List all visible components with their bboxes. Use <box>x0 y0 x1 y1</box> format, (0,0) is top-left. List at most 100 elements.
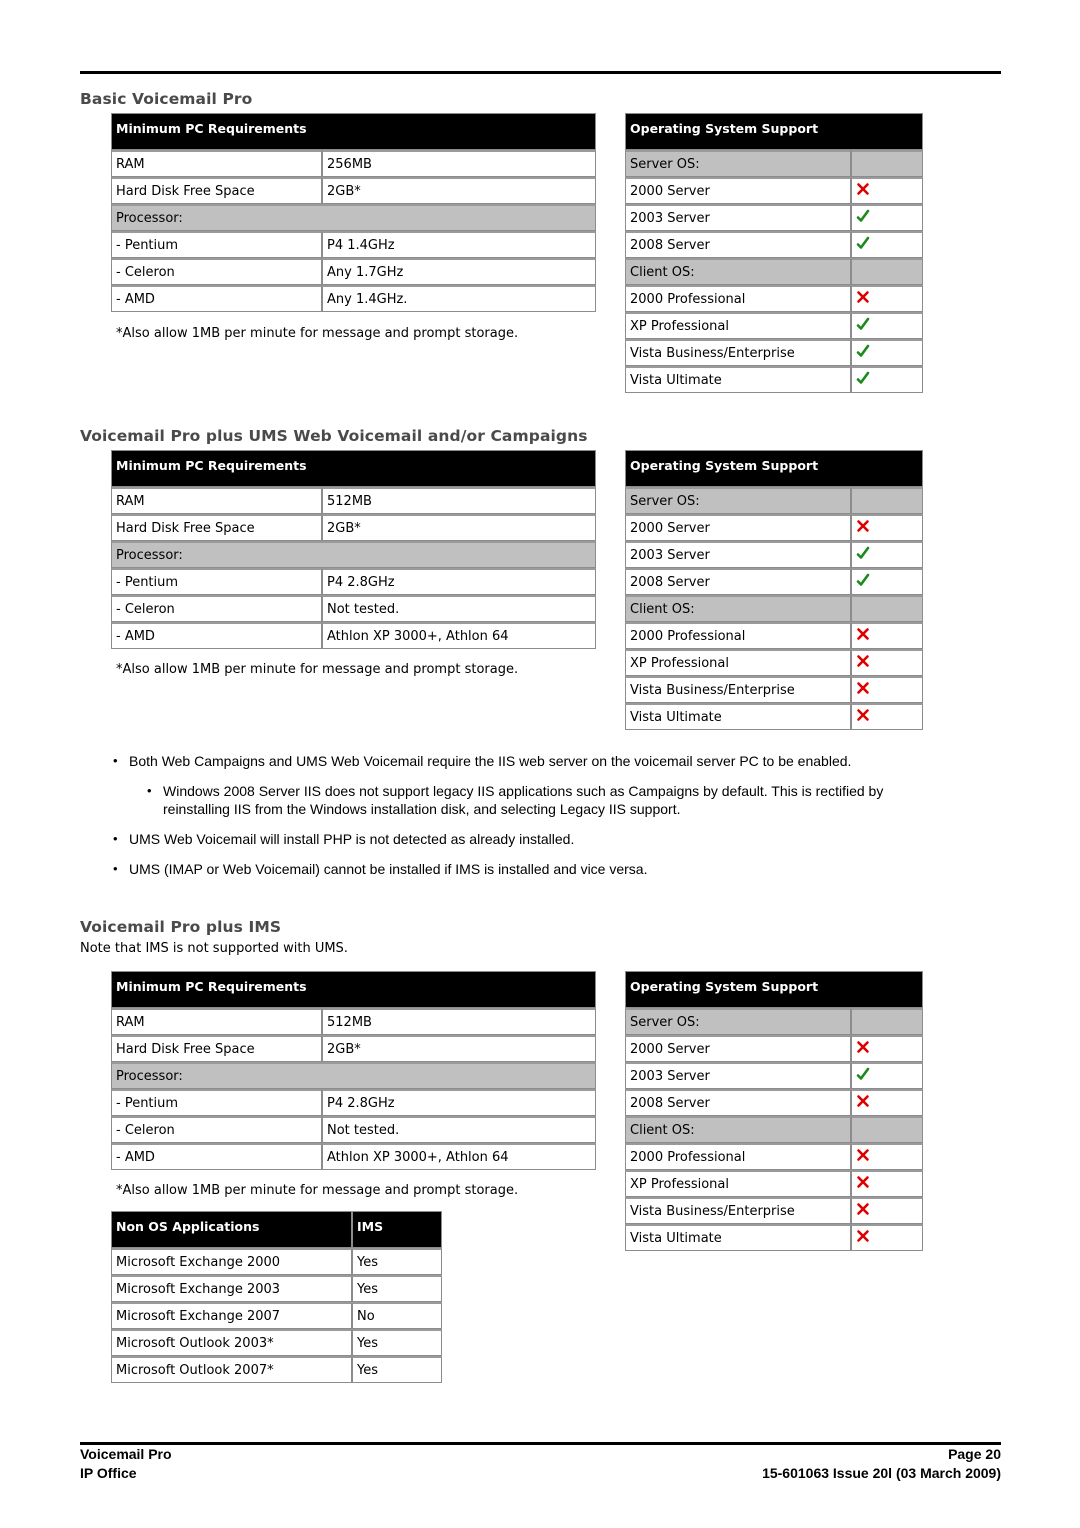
table-row: - AMD Athlon XP 3000+, Athlon 64 <box>111 1143 596 1170</box>
storage-footnote: *Also allow 1MB per minute for message a… <box>116 326 519 341</box>
table-row: XP Professional <box>625 1170 923 1197</box>
list-item: UMS Web Voicemail will install PHP is no… <box>113 830 953 848</box>
table-row: Vista Ultimate <box>625 366 923 393</box>
os-support-table-basic: Operating System Support Server OS: 2000 S… <box>625 113 923 393</box>
table-row: - Celeron Not tested. <box>111 595 596 622</box>
cross-icon <box>857 290 869 303</box>
ims-note: Note that IMS is not supported with UMS. <box>80 941 348 956</box>
support-status <box>851 514 923 541</box>
table-row: 2003 Server <box>625 541 923 568</box>
table-row: - Pentium P4 2.8GHz <box>111 1089 596 1116</box>
footer-system: IP Office <box>80 1465 137 1481</box>
table-row: - Celeron Any 1.7GHz <box>111 258 596 285</box>
min-pc-requirements-table-ums: Minimum PC Requirements RAM 512MB Hard Di… <box>111 450 596 649</box>
cross-icon <box>857 1094 869 1107</box>
table-row: Microsoft Exchange 2003 Yes <box>111 1275 442 1302</box>
support-status <box>851 1143 923 1170</box>
table-row: 2000 Professional <box>625 622 923 649</box>
min-pc-requirements-table-basic: Minimum PC Requirements RAM 256MB Hard Di… <box>111 113 596 312</box>
table-row: Microsoft Outlook 2007* Yes <box>111 1356 442 1383</box>
os-support-table-ums: Operating System Support Server OS: 2000 S… <box>625 450 923 730</box>
table-row: Microsoft Outlook 2003* Yes <box>111 1329 442 1356</box>
cross-icon <box>857 1148 869 1161</box>
support-status <box>851 339 923 366</box>
cross-icon <box>857 182 869 195</box>
os-support-table-ims: Operating System Support Server OS: 2000 S… <box>625 971 923 1251</box>
check-icon <box>856 209 870 222</box>
cross-icon <box>857 654 869 667</box>
support-status <box>851 312 923 339</box>
cross-icon <box>857 1175 869 1188</box>
table-header: Minimum PC Requirements <box>111 971 596 1008</box>
check-icon <box>856 1067 870 1080</box>
table-row: - Pentium P4 2.8GHz <box>111 568 596 595</box>
table-header: Minimum PC Requirements <box>111 450 596 487</box>
table-row: RAM 512MB <box>111 1008 596 1035</box>
group-row: Client OS: <box>625 1116 923 1143</box>
table-row: Vista Business/Enterprise <box>625 339 923 366</box>
table-row: Hard Disk Free Space 2GB* <box>111 177 596 204</box>
group-row: Processor: <box>111 1062 596 1089</box>
table-row: - Celeron Not tested. <box>111 1116 596 1143</box>
table-row: XP Professional <box>625 649 923 676</box>
storage-footnote: *Also allow 1MB per minute for message a… <box>116 662 519 677</box>
table-row: - Pentium P4 1.4GHz <box>111 231 596 258</box>
support-status <box>851 1224 923 1251</box>
table-row: 2000 Server <box>625 177 923 204</box>
list-item: Both Web Campaigns and UMS Web Voicemail… <box>113 752 953 770</box>
section-title-basic: Basic Voicemail Pro <box>80 90 253 108</box>
support-status <box>851 1035 923 1062</box>
support-status <box>851 1089 923 1116</box>
group-row: Server OS: <box>625 487 923 514</box>
table-header: Operating System Support <box>625 450 923 487</box>
table-row: 2000 Professional <box>625 285 923 312</box>
header-rule <box>80 71 1001 74</box>
table-row: 2003 Server <box>625 204 923 231</box>
support-status <box>851 177 923 204</box>
table-header: Minimum PC Requirements <box>111 113 596 150</box>
table-row: XP Professional <box>625 312 923 339</box>
group-row: Client OS: <box>625 595 923 622</box>
support-status <box>851 366 923 393</box>
table-header: Operating System Support <box>625 113 923 150</box>
cross-icon <box>857 627 869 640</box>
table-row: RAM 512MB <box>111 487 596 514</box>
table-row: - AMD Athlon XP 3000+, Athlon 64 <box>111 622 596 649</box>
support-status <box>851 676 923 703</box>
support-status <box>851 285 923 312</box>
support-status <box>851 568 923 595</box>
cross-icon <box>857 519 869 532</box>
group-row: Client OS: <box>625 258 923 285</box>
check-icon <box>856 546 870 559</box>
cross-icon <box>857 1040 869 1053</box>
table-row: 2008 Server <box>625 1089 923 1116</box>
list-item: UMS (IMAP or Web Voicemail) cannot be in… <box>113 860 953 878</box>
notes-list: Both Web Campaigns and UMS Web Voicemail… <box>113 752 953 890</box>
table-row: 2000 Server <box>625 1035 923 1062</box>
support-status <box>851 1197 923 1224</box>
cross-icon <box>857 1202 869 1215</box>
support-status <box>851 649 923 676</box>
table-row: 2008 Server <box>625 568 923 595</box>
footer-page-number: Page 20 <box>948 1446 1001 1462</box>
support-status <box>851 541 923 568</box>
cross-icon <box>857 708 869 721</box>
check-icon <box>856 236 870 249</box>
non-os-applications-table: Non OS Applications IMS Microsoft Exchan… <box>111 1211 442 1383</box>
group-row: Processor: <box>111 204 596 231</box>
table-row: - AMD Any 1.4GHz. <box>111 285 596 312</box>
cross-icon <box>857 1229 869 1242</box>
table-row: 2003 Server <box>625 1062 923 1089</box>
section-title-ims: Voicemail Pro plus IMS <box>80 918 282 936</box>
check-icon <box>856 573 870 586</box>
group-row: Server OS: <box>625 150 923 177</box>
table-row: 2008 Server <box>625 231 923 258</box>
list-item: Windows 2008 Server IIS does not support… <box>147 782 953 818</box>
ims-header: IMS <box>352 1211 442 1248</box>
footer-doc-ref: 15-601063 Issue 20l (03 March 2009) <box>762 1465 1001 1481</box>
table-row: Vista Business/Enterprise <box>625 676 923 703</box>
table-row: RAM 256MB <box>111 150 596 177</box>
support-status <box>851 622 923 649</box>
group-row: Server OS: <box>625 1008 923 1035</box>
check-icon <box>856 344 870 357</box>
